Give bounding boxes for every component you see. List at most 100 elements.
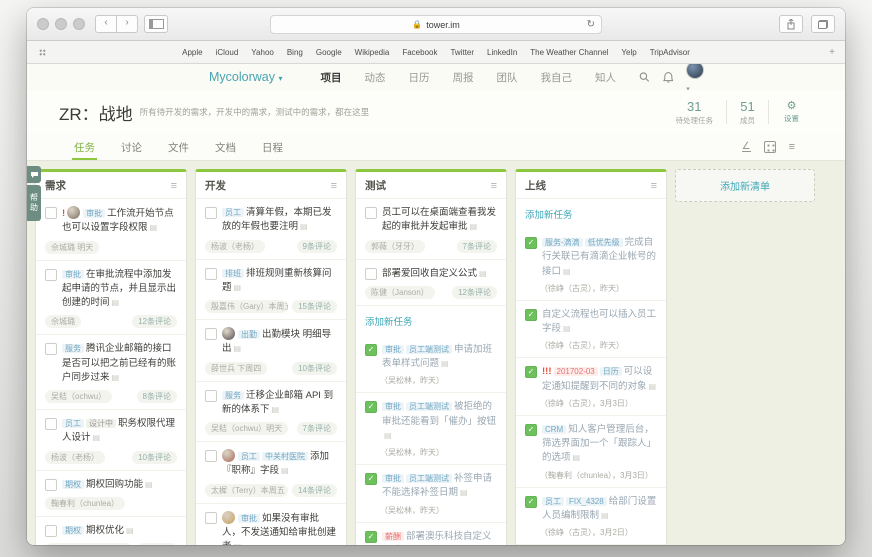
task-card[interactable]: 员工清算年假，本期已发放的年假也要注明▤杨波（老杨）9条评论 <box>196 199 346 260</box>
task-card[interactable]: ✓审批员工端测试被拒绝的审批还能看到「催办」按钮▤（吴松林，昨天） <box>356 393 506 465</box>
task-tag[interactable]: 审批 <box>83 209 105 218</box>
help-button[interactable]: 帮助 <box>27 185 41 221</box>
task-checkbox[interactable] <box>45 269 57 281</box>
task-tag[interactable]: 员工 <box>238 452 260 461</box>
task-checkbox[interactable] <box>365 268 377 280</box>
task-card[interactable]: !审批工作流开始节点也可以设置字段权限▤佘城璐 明天 <box>36 199 186 261</box>
comment-count[interactable]: 15条评论 <box>292 300 337 313</box>
task-tag[interactable]: 服务 <box>62 344 84 353</box>
tab-2[interactable]: 文件 <box>168 134 189 160</box>
assignee-pill[interactable]: 殷嘉伟（Gary）本周五 <box>205 300 288 313</box>
task-checkbox[interactable]: ✓ <box>525 366 537 378</box>
task-card[interactable]: ✓服务-滴滴低优先级完成自行关联已有滴滴企业帐号的接口▤（徐峥（古灵），昨天） <box>516 229 666 301</box>
comment-count[interactable]: 10条评论 <box>132 451 177 464</box>
task-checkbox[interactable]: ✓ <box>365 531 377 543</box>
nav-item-0[interactable]: 项目 <box>321 70 342 85</box>
address-bar[interactable]: 🔒 tower.im ↻ <box>270 15 602 34</box>
tab-0[interactable]: 任务 <box>74 134 95 160</box>
bookmark-item[interactable]: Apple <box>182 48 202 57</box>
task-card[interactable]: 期权期权优化▤鞠春利（chunlea）本周五2条评论 <box>36 517 186 545</box>
assignee-pill[interactable]: 鞠春利（chunlea） <box>45 497 125 510</box>
workspace-switcher[interactable]: Mycolorway ▾ <box>209 70 283 84</box>
add-list-button[interactable]: 添加新清单 <box>675 169 815 202</box>
task-tag[interactable]: 审批 <box>62 270 84 279</box>
task-checkbox[interactable] <box>365 207 377 219</box>
task-card[interactable]: 部署爱回收自定义公式▤陈健（Janson）12条评论 <box>356 260 506 306</box>
task-checkbox[interactable] <box>205 328 217 340</box>
task-tag[interactable]: 服务-滴滴 <box>542 238 583 247</box>
task-checkbox[interactable]: ✓ <box>525 496 537 508</box>
task-tag[interactable]: 设计中 <box>86 419 116 428</box>
task-checkbox[interactable]: ✓ <box>365 473 377 485</box>
forward-button[interactable]: › <box>117 15 138 33</box>
column-menu-icon[interactable]: ≡ <box>171 180 177 192</box>
edit-icon[interactable]: ∠ <box>742 142 751 152</box>
bookmark-item[interactable]: The Weather Channel <box>530 48 608 57</box>
task-card[interactable]: 员工设计中职务权限代理人设计▤杨波（老杨）10条评论 <box>36 410 186 471</box>
task-checkbox[interactable]: ✓ <box>365 401 377 413</box>
assignee-pill[interactable]: 太樨（Terry）本周五 <box>205 484 288 497</box>
task-checkbox[interactable] <box>205 268 217 280</box>
task-tag[interactable]: 审批 <box>238 514 260 523</box>
task-card[interactable]: ✓员工FIX_4328给部门设置人员编制限制▤（徐峥（古灵），3月2日） <box>516 488 666 546</box>
task-card[interactable]: 出勤出勤模块 明细导出▤薛世兵 下周四10条评论 <box>196 320 346 382</box>
search-icon[interactable] <box>639 71 650 83</box>
task-tag[interactable]: 薪酬 <box>382 532 404 541</box>
task-tag[interactable]: 员工端测试 <box>406 345 452 354</box>
bookmark-item[interactable]: Facebook <box>402 48 437 57</box>
bookmark-item[interactable]: LinkedIn <box>487 48 517 57</box>
task-card[interactable]: ✓薪酬部署澳乐科技自定义公式（徐峥（古灵），3月3日） <box>356 523 506 546</box>
nav-item-1[interactable]: 动态 <box>365 70 386 85</box>
assignee-pill[interactable]: 吴秸（ochwu） <box>45 390 112 403</box>
task-tag[interactable]: 员工 <box>62 419 84 428</box>
add-task-link[interactable]: 添加新任务 <box>356 306 506 336</box>
comment-count[interactable]: 9条评论 <box>297 240 337 253</box>
task-tag[interactable]: CRM <box>542 425 566 434</box>
task-tag[interactable]: 审批 <box>382 345 404 354</box>
tab-4[interactable]: 日程 <box>262 134 283 160</box>
task-checkbox[interactable] <box>45 343 57 355</box>
bookmark-item[interactable]: Wikipedia <box>355 48 390 57</box>
comment-count[interactable]: 14条评论 <box>292 484 337 497</box>
task-tag[interactable]: 中关村医院 <box>262 452 308 461</box>
bookmark-item[interactable]: Twitter <box>450 48 474 57</box>
task-tag[interactable]: 员工端测试 <box>406 474 452 483</box>
tab-1[interactable]: 讨论 <box>121 134 142 160</box>
list-view-icon[interactable]: ≡ <box>789 141 795 153</box>
close-window-button[interactable] <box>37 18 49 30</box>
column-menu-icon[interactable]: ≡ <box>491 180 497 192</box>
task-tag[interactable]: 出勤 <box>238 330 260 339</box>
comment-count[interactable]: 12条评论 <box>132 315 177 328</box>
column-menu-icon[interactable]: ≡ <box>651 180 657 192</box>
task-checkbox[interactable]: ✓ <box>525 309 537 321</box>
task-checkbox[interactable] <box>45 418 57 430</box>
task-tag[interactable]: FIX_4328 <box>566 497 607 506</box>
add-task-link[interactable]: 添加新任务 <box>516 199 666 229</box>
bookmark-item[interactable]: TripAdvisor <box>650 48 690 57</box>
assignee-pill[interactable]: 杨波（老杨） <box>45 451 105 464</box>
nav-item-2[interactable]: 日历 <box>409 70 430 85</box>
task-card[interactable]: 员工中关村医院添加『职称』字段▤太樨（Terry）本周五14条评论 <box>196 442 346 504</box>
comment-count[interactable]: 12条评论 <box>452 286 497 299</box>
task-checkbox[interactable]: ✓ <box>525 424 537 436</box>
bookmark-item[interactable]: iCloud <box>216 48 239 57</box>
task-checkbox[interactable] <box>205 512 217 524</box>
reload-icon[interactable]: ↻ <box>587 19 595 30</box>
task-card[interactable]: 排班排班规则重新核算问题▤殷嘉伟（Gary）本周五15条评论 <box>196 260 346 321</box>
task-tag[interactable]: 日历 <box>600 367 622 376</box>
assignee-pill[interactable]: 薛世兵 下周四 <box>205 362 267 375</box>
task-tag[interactable]: 201702-03 <box>554 367 598 376</box>
comment-count[interactable]: 2条评论 <box>137 543 177 545</box>
zoom-window-button[interactable] <box>73 18 85 30</box>
bookmark-item[interactable]: Yelp <box>621 48 636 57</box>
task-tag[interactable]: 员工端测试 <box>406 402 452 411</box>
task-checkbox[interactable] <box>205 450 217 462</box>
tab-3[interactable]: 文档 <box>215 134 236 160</box>
task-tag[interactable]: 员工 <box>542 497 564 506</box>
add-tab-icon[interactable]: + <box>829 47 835 58</box>
task-checkbox[interactable]: ✓ <box>525 237 537 249</box>
column-menu-icon[interactable]: ≡ <box>331 180 337 192</box>
bell-icon[interactable] <box>663 71 674 84</box>
assignee-pill[interactable]: 鞠春利（chunlea）本周五 <box>45 543 133 545</box>
assignee-pill[interactable]: 杨波（老杨） <box>205 240 265 253</box>
